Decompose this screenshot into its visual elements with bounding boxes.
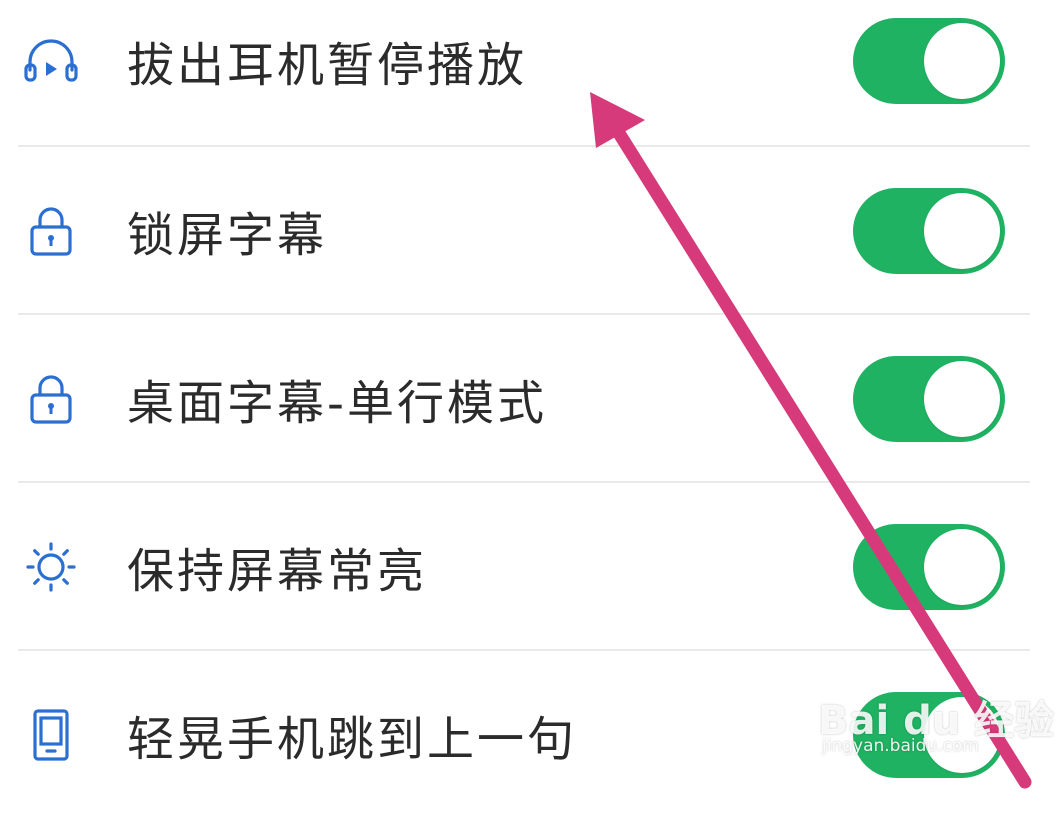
keep-screen-on-toggle[interactable] [853,524,1005,610]
lock-icon [22,370,80,428]
lockscreen-subtitles-toggle[interactable] [853,188,1005,274]
desktop-subtitles-single-line-toggle[interactable] [853,356,1005,442]
toggle-knob [924,697,1000,773]
setting-label: 轻晃手机跳到上一句 [127,712,577,768]
toggle-knob [924,193,1000,269]
lock-icon [22,202,80,260]
settings-list: 拔出耳机暂停播放 锁屏字幕 桌面字幕-单行模式 保持屏幕常亮 轻晃手机跳到上一句 [0,0,1063,789]
toggle-knob [924,361,1000,437]
toggle-knob [924,529,1000,605]
setting-label: 保持屏幕常亮 [127,544,427,600]
setting-row-shake-previous-sentence[interactable]: 轻晃手机跳到上一句 [0,651,1063,819]
sun-icon [22,538,80,596]
setting-label: 锁屏字幕 [127,208,327,264]
pause-on-unplug-toggle[interactable] [853,18,1005,104]
toggle-knob [924,23,1000,99]
setting-row-pause-on-unplug[interactable]: 拔出耳机暂停播放 [0,0,1063,145]
shake-previous-sentence-toggle[interactable] [853,692,1005,778]
phone-icon [22,706,80,764]
setting-row-keep-screen-on[interactable]: 保持屏幕常亮 [0,483,1063,651]
setting-label: 桌面字幕-单行模式 [127,376,547,432]
headphones-play-icon [22,32,80,90]
setting-row-desktop-subtitles-single-line[interactable]: 桌面字幕-单行模式 [0,315,1063,483]
setting-label: 拔出耳机暂停播放 [127,38,527,94]
setting-row-lockscreen-subtitles[interactable]: 锁屏字幕 [0,147,1063,315]
